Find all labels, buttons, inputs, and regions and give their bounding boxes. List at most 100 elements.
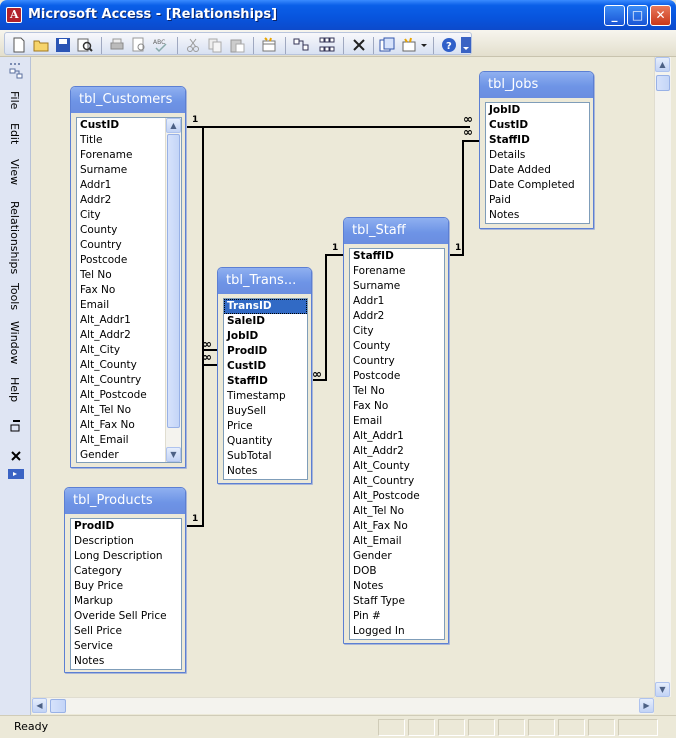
table-title[interactable]: tbl_Products <box>65 488 185 514</box>
field-item[interactable]: Overide Sell Price <box>71 609 181 624</box>
table-window-staff[interactable]: tbl_Staff StaffID Forename Surname Addr1 Add… <box>343 217 449 644</box>
field-item[interactable]: JobID <box>224 329 307 344</box>
field-item[interactable]: Tel No <box>350 384 444 399</box>
field-item[interactable]: Date Completed <box>486 178 589 193</box>
field-item[interactable]: City <box>350 324 444 339</box>
field-item[interactable]: StaffID <box>350 249 444 264</box>
field-item[interactable]: Alt_Postcode <box>350 489 444 504</box>
field-item[interactable]: Sell Price <box>71 624 181 639</box>
field-item[interactable]: JobID <box>486 103 589 118</box>
copy-icon[interactable] <box>207 37 223 53</box>
field-item[interactable]: StaffID <box>486 133 589 148</box>
restore-window-icon[interactable] <box>9 419 23 433</box>
menu-tools[interactable]: Tools <box>8 283 21 310</box>
field-item[interactable]: SaleID <box>224 314 307 329</box>
delete-icon[interactable] <box>351 37 367 53</box>
table-window-customers[interactable]: tbl_Customers CustID Title Forename Surname… <box>70 86 186 468</box>
field-item[interactable]: Email <box>350 414 444 429</box>
field-item[interactable]: Price <box>224 419 307 434</box>
field-item[interactable]: Alt_County <box>350 459 444 474</box>
table-title[interactable]: tbl_Jobs <box>480 72 593 98</box>
field-item[interactable]: Quantity <box>224 434 307 449</box>
scroll-down-icon[interactable]: ▼ <box>166 447 181 462</box>
title-bar[interactable]: Microsoft Access - [Relationships] _ □ ✕ <box>0 0 676 30</box>
menu-options-icon[interactable] <box>8 469 24 479</box>
relationship-report-icon[interactable] <box>379 37 395 53</box>
minimize-button[interactable]: _ <box>604 5 625 26</box>
field-item[interactable]: Service <box>71 639 181 654</box>
scroll-thumb[interactable] <box>50 699 66 713</box>
help-icon[interactable]: ? <box>441 37 457 53</box>
field-item[interactable]: Country <box>350 354 444 369</box>
field-item[interactable]: Description <box>71 534 181 549</box>
spelling-icon[interactable]: ABC <box>153 37 169 53</box>
menu-relationships[interactable]: Relationships <box>8 201 21 274</box>
menu-file[interactable]: File <box>8 91 21 109</box>
field-item[interactable]: StaffID <box>224 374 307 389</box>
field-item[interactable]: Alt_Fax No <box>350 519 444 534</box>
scroll-right-icon[interactable]: ▶ <box>639 698 654 713</box>
field-item[interactable]: Notes <box>71 654 181 669</box>
field-item[interactable]: Addr1 <box>350 294 444 309</box>
field-item[interactable]: CustID <box>224 359 307 374</box>
field-item[interactable]: ProdID <box>71 519 181 534</box>
scroll-down-icon[interactable]: ▼ <box>655 682 670 697</box>
cut-icon[interactable] <box>185 37 201 53</box>
table-title[interactable]: tbl_Customers <box>71 87 185 113</box>
field-item[interactable]: Details <box>486 148 589 163</box>
field-list[interactable]: JobID CustID StaffID Details Date Added Date … <box>485 102 590 224</box>
field-item[interactable]: Category <box>71 564 181 579</box>
field-item[interactable]: Addr2 <box>350 309 444 324</box>
field-item[interactable]: Fax No <box>350 399 444 414</box>
field-item[interactable]: Notes <box>224 464 307 479</box>
field-item[interactable]: Gender <box>350 549 444 564</box>
close-button[interactable]: ✕ <box>650 5 671 26</box>
field-item[interactable]: DOB <box>350 564 444 579</box>
field-item[interactable]: Notes <box>350 579 444 594</box>
field-item[interactable]: Pin # <box>350 609 444 624</box>
table-title[interactable]: tbl_Staff <box>344 218 448 244</box>
show-all-icon[interactable] <box>319 37 335 53</box>
field-item[interactable]: BuySell <box>224 404 307 419</box>
field-list[interactable]: TransID SaleID JobID ProdID CustID StaffID Tim… <box>223 298 308 480</box>
paste-icon[interactable] <box>229 37 245 53</box>
field-item[interactable]: Markup <box>71 594 181 609</box>
field-item[interactable]: Date Added <box>486 163 589 178</box>
table-window-products[interactable]: tbl_Products ProdID Description Long Descr… <box>64 487 186 673</box>
scroll-left-icon[interactable]: ◀ <box>32 698 47 713</box>
search-icon[interactable] <box>77 37 93 53</box>
menu-help[interactable]: Help <box>8 377 21 402</box>
field-item[interactable]: Alt_Addr1 <box>350 429 444 444</box>
field-list[interactable]: ProdID Description Long Description Categor… <box>70 518 182 670</box>
table-window-trans[interactable]: tbl_Trans... TransID SaleID JobID ProdID Cus… <box>217 267 312 484</box>
new-object-icon[interactable] <box>401 37 417 53</box>
chevron-down-icon[interactable] <box>419 37 429 53</box>
table-title[interactable]: tbl_Trans... <box>218 268 311 294</box>
field-item[interactable]: SubTotal <box>224 449 307 464</box>
field-item[interactable]: County <box>350 339 444 354</box>
field-item[interactable]: Notes <box>486 208 589 223</box>
scroll-thumb[interactable] <box>656 75 670 91</box>
field-item[interactable]: Alt_Tel No <box>350 504 444 519</box>
field-item[interactable]: Surname <box>350 279 444 294</box>
field-item[interactable]: Paid <box>486 193 589 208</box>
field-item[interactable]: Logged In <box>350 624 444 639</box>
field-item[interactable]: Forename <box>350 264 444 279</box>
access-app-icon[interactable] <box>6 7 22 23</box>
menu-edit[interactable]: Edit <box>8 123 21 144</box>
menu-grip-icon[interactable] <box>8 61 24 81</box>
save-icon[interactable] <box>55 37 71 53</box>
field-list[interactable]: CustID Title Forename Surname Addr1 Addr2 City… <box>76 117 182 463</box>
scroll-up-icon[interactable]: ▲ <box>166 118 181 133</box>
open-icon[interactable] <box>33 37 49 53</box>
menu-view[interactable]: View <box>8 159 21 185</box>
print-preview-icon[interactable] <box>131 37 147 53</box>
horizontal-scrollbar[interactable]: ◀ ▶ <box>32 697 654 714</box>
maximize-button[interactable]: □ <box>627 5 648 26</box>
field-item[interactable]: Long Description <box>71 549 181 564</box>
field-item[interactable]: CustID <box>486 118 589 133</box>
vertical-scrollbar[interactable]: ▲ ▼ <box>654 57 671 697</box>
field-item[interactable]: Alt_Addr2 <box>350 444 444 459</box>
new-icon[interactable] <box>11 37 27 53</box>
show-table-icon[interactable] <box>261 37 277 53</box>
